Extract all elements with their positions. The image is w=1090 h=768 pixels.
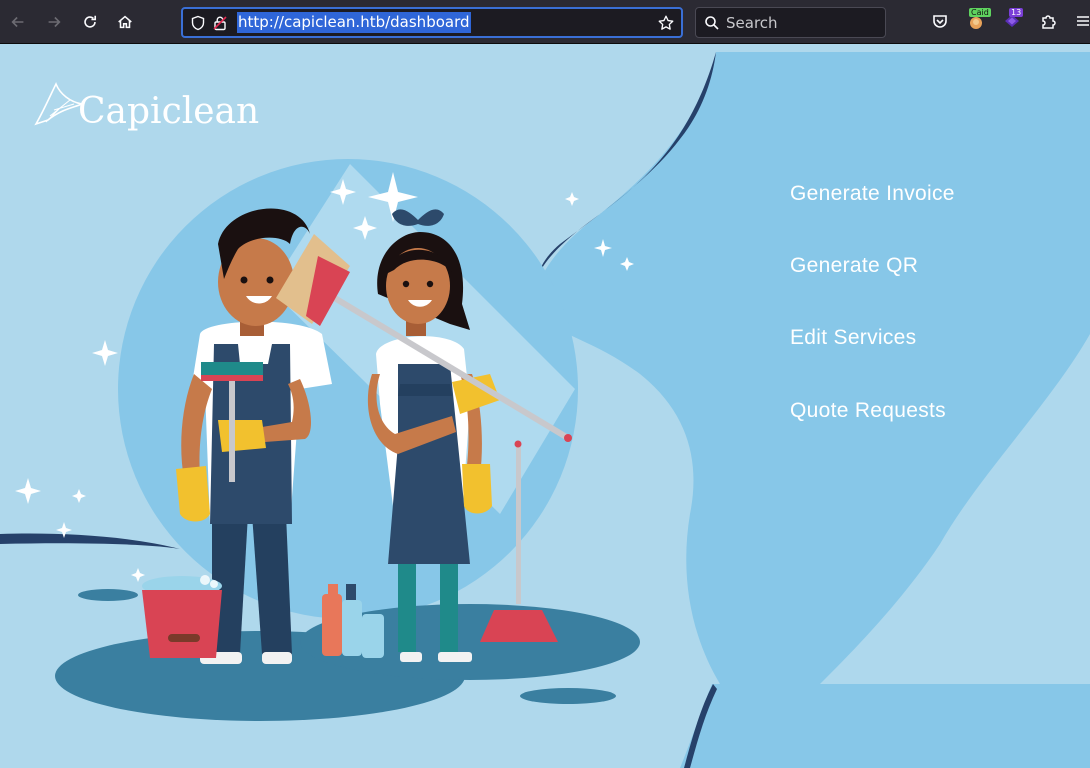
pocket-button[interactable] bbox=[929, 10, 951, 32]
search-placeholder: Search bbox=[726, 13, 778, 32]
back-arrow-icon bbox=[11, 16, 24, 28]
bookmark-star-icon[interactable] bbox=[657, 14, 675, 32]
page-content: Capiclean Generate Invoice Generate QR E… bbox=[0, 44, 1090, 768]
dashboard-nav: Generate Invoice Generate QR Edit Servic… bbox=[790, 182, 955, 471]
url-bar[interactable]: http://capiclean.htb/dashboard bbox=[181, 7, 683, 38]
bucket bbox=[142, 575, 222, 658]
search-icon bbox=[705, 15, 719, 30]
menu-button[interactable] bbox=[1072, 10, 1090, 32]
insecure-lock-icon[interactable] bbox=[211, 14, 229, 32]
right-panel-bottom bbox=[680, 684, 1090, 768]
nav-quote-requests[interactable]: Quote Requests bbox=[790, 399, 955, 471]
nav-edit-services[interactable]: Edit Services bbox=[790, 326, 955, 398]
floor-shadow-small bbox=[520, 688, 616, 704]
forward-button[interactable] bbox=[40, 8, 68, 36]
logo-text: Capiclean bbox=[78, 91, 260, 132]
pocket-icon bbox=[933, 15, 947, 28]
home-button[interactable] bbox=[111, 8, 139, 36]
caido-badge: Caid bbox=[969, 8, 991, 17]
tracking-protection-shield-icon[interactable] bbox=[189, 14, 207, 32]
site-logo[interactable]: Capiclean bbox=[30, 80, 259, 132]
reload-icon bbox=[84, 15, 97, 28]
caido-extension-button[interactable]: Caid bbox=[965, 8, 991, 32]
hackbar-extension-button[interactable]: 13 bbox=[1001, 8, 1024, 32]
hamburger-menu-icon bbox=[1077, 16, 1089, 26]
reload-button[interactable] bbox=[76, 8, 104, 36]
url-text[interactable]: http://capiclean.htb/dashboard bbox=[237, 12, 471, 33]
nav-generate-qr[interactable]: Generate QR bbox=[790, 254, 955, 326]
nav-generate-invoice[interactable]: Generate Invoice bbox=[790, 182, 955, 254]
hackbar-badge: 13 bbox=[1009, 8, 1024, 17]
search-bar[interactable]: Search bbox=[695, 7, 886, 38]
puzzle-icon bbox=[1042, 15, 1056, 29]
back-button[interactable] bbox=[4, 8, 32, 36]
extensions-button[interactable] bbox=[1037, 10, 1059, 32]
floor-shadow-left bbox=[78, 589, 138, 601]
forward-arrow-icon bbox=[48, 16, 61, 28]
browser-toolbar: http://capiclean.htb/dashboard Search Ca… bbox=[0, 0, 1090, 44]
home-icon bbox=[118, 15, 132, 29]
left-swoosh bbox=[0, 533, 180, 549]
